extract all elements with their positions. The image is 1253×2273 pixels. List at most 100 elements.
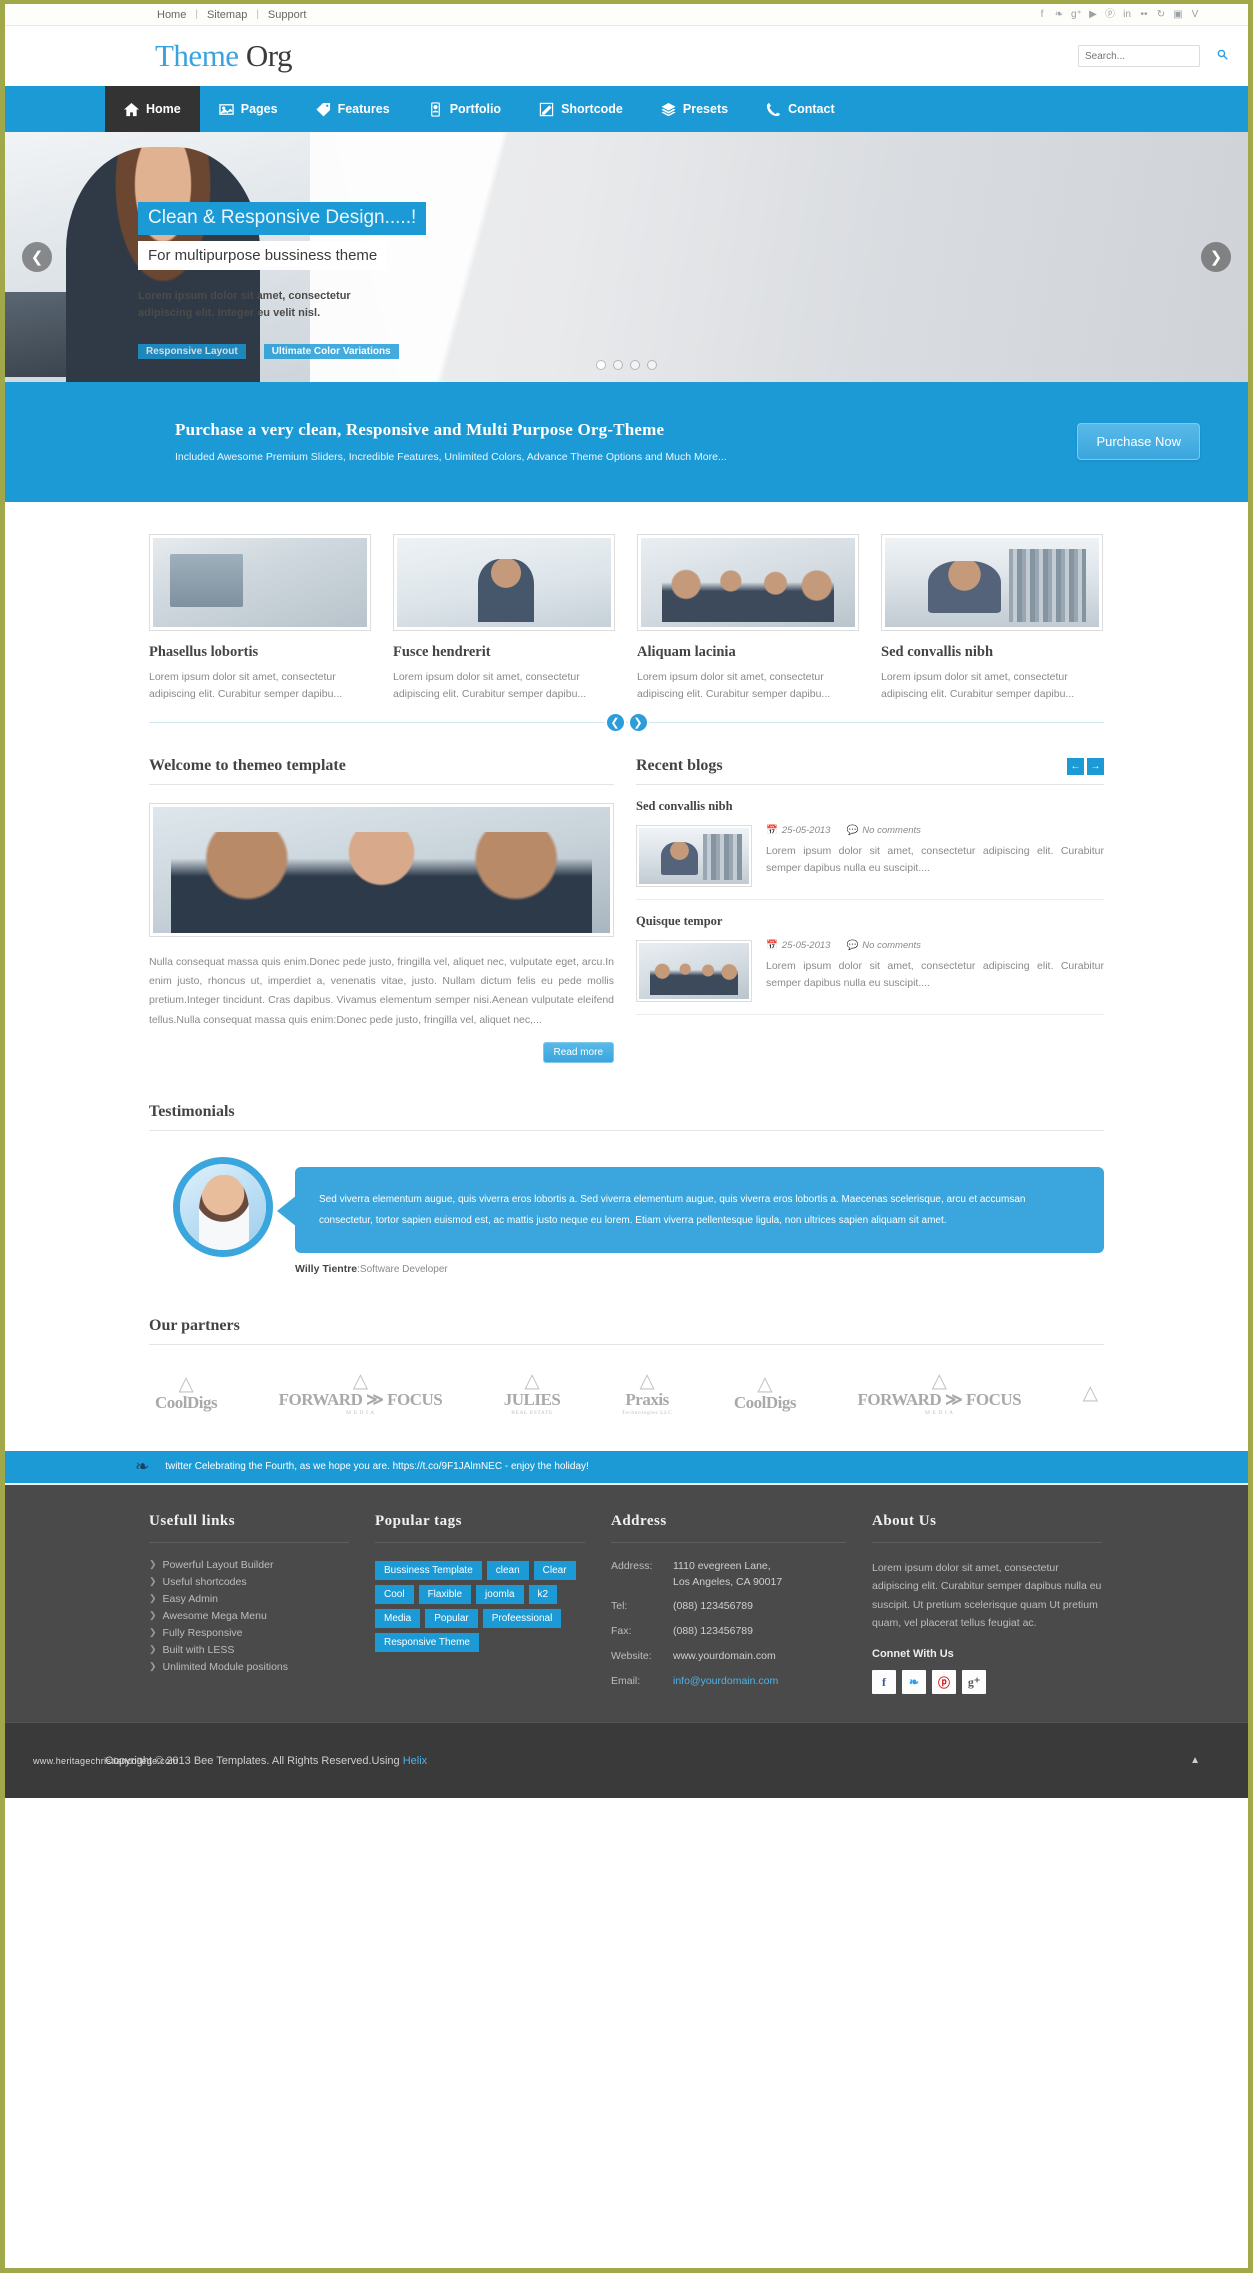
- search-icon[interactable]: [1217, 49, 1228, 63]
- pinterest-icon[interactable]: ⓟ: [1105, 9, 1115, 20]
- slider-dot-3[interactable]: [630, 360, 640, 370]
- slider-text: Lorem ipsum dolor sit amet, consectetur …: [138, 290, 351, 320]
- slider-dot-1[interactable]: [596, 360, 606, 370]
- address-value[interactable]: info@yourdomain.com: [673, 1674, 778, 1690]
- slider-next-button[interactable]: ❯: [1201, 242, 1231, 272]
- featured-card[interactable]: Phasellus lobortis Lorem ipsum dolor sit …: [149, 534, 371, 704]
- featured-card[interactable]: Aliquam lacinia Lorem ipsum dolor sit ame…: [637, 534, 859, 704]
- googleplus-icon[interactable]: g⁺: [962, 1670, 986, 1695]
- slider-title: Clean & Responsive Design.....!: [138, 202, 427, 235]
- slider-prev-button[interactable]: ❮: [22, 242, 52, 272]
- blog-list: Sed convallis nibh 📅 25-05-2013 💬 No comment…: [636, 785, 1104, 1015]
- top-link-support[interactable]: Support: [266, 9, 309, 21]
- slider-dot-4[interactable]: [647, 360, 657, 370]
- blogs-header: Recent blogs ← →: [636, 757, 1104, 785]
- tag-item[interactable]: Popular: [425, 1608, 478, 1628]
- nav-item-shortcode[interactable]: Shortcode: [520, 86, 642, 132]
- blog-meta: 📅 25-05-2013 💬 No comments: [766, 940, 1104, 951]
- facebook-icon[interactable]: f: [872, 1670, 896, 1695]
- blog-thumb-frame: [636, 939, 752, 1002]
- tag-item[interactable]: Profeessional: [482, 1608, 562, 1628]
- search-box[interactable]: [1078, 45, 1228, 67]
- featured-card-title: Phasellus lobortis: [149, 644, 259, 660]
- pinterest-icon[interactable]: ⓟ: [932, 1670, 956, 1695]
- search-input[interactable]: [1085, 50, 1217, 62]
- scroll-to-top-button[interactable]: ▲: [1190, 1755, 1200, 1766]
- partner-logo-sub: M E D I A: [924, 1410, 954, 1417]
- tag-item[interactable]: joomla: [476, 1584, 524, 1604]
- testimonials-header: Testimonials: [149, 1103, 1104, 1132]
- blogs-next-button[interactable]: →: [1087, 757, 1104, 775]
- featured-next-button[interactable]: ❯: [627, 711, 649, 733]
- chevron-right-icon: ❯: [149, 1593, 157, 1604]
- blog-excerpt: Lorem ipsum dolor sit amet, consectetur …: [766, 844, 1104, 874]
- site-logo[interactable]: Theme Org: [155, 38, 292, 74]
- googleplus-icon[interactable]: g⁺: [1071, 9, 1082, 20]
- nav-item-features[interactable]: Features: [297, 86, 409, 132]
- featured-thumb-image: [397, 538, 611, 627]
- blog-title[interactable]: Sed convallis nibh: [636, 799, 1104, 814]
- flickr-icon[interactable]: ••: [1139, 9, 1149, 20]
- testimonial-avatar: [173, 1157, 273, 1258]
- featured-prev-button[interactable]: ❮: [604, 711, 626, 733]
- vimeo-icon[interactable]: V: [1190, 9, 1200, 20]
- partner-logo-name: FORWARD ≫ FOCUS: [857, 1390, 1022, 1410]
- blog-comments: 💬 No comments: [846, 939, 921, 951]
- twitter-feed-text[interactable]: twitter Celebrating the Fourth, as we ho…: [165, 1461, 589, 1472]
- footer-link[interactable]: ❯ Fully Responsive: [149, 1625, 349, 1642]
- featured-thumb-image: [641, 538, 855, 627]
- blogs-prev-button[interactable]: ←: [1067, 757, 1084, 775]
- footer-link[interactable]: ❯ Awesome Mega Menu: [149, 1608, 349, 1625]
- testimonials-section: Testimonials Sed viverra elementum augue…: [149, 1103, 1104, 1275]
- linkedin-icon[interactable]: in: [1122, 9, 1132, 20]
- tag-item[interactable]: Bussiness Template: [375, 1560, 482, 1580]
- twitter-icon[interactable]: ❧: [1054, 9, 1064, 20]
- purchase-now-button[interactable]: Purchase Now: [1077, 422, 1200, 460]
- read-more-button[interactable]: Read more: [542, 1042, 614, 1064]
- nav-item-portfolio[interactable]: Portfolio: [409, 86, 520, 132]
- tag-item[interactable]: Flaxible: [418, 1584, 472, 1604]
- address-key: Email:: [611, 1674, 641, 1687]
- gem-logo: △: [524, 1370, 540, 1393]
- partner-logo-sub: M E D I A: [346, 1410, 375, 1417]
- useful-links-list: ❯ Powerful Layout Builder ❯ Useful shortcod…: [149, 1557, 349, 1676]
- footer-link[interactable]: ❯ Powerful Layout Builder: [149, 1557, 349, 1574]
- house-logo: △: [757, 1373, 773, 1396]
- blog-item[interactable]: Sed convallis nibh 📅 25-05-2013 💬 No comment…: [636, 785, 1104, 900]
- youtube-icon[interactable]: ▶: [1088, 9, 1098, 20]
- welcome-image: [153, 806, 610, 933]
- facebook-icon[interactable]: f: [1037, 9, 1047, 20]
- tag-item[interactable]: Cool: [375, 1584, 414, 1604]
- tag-item[interactable]: clean: [486, 1560, 529, 1580]
- address-row: Tel: (088) 123456789: [611, 1599, 846, 1615]
- featured-card[interactable]: Sed convallis nibh Lorem ipsum dolor sit …: [881, 534, 1103, 704]
- slider-dot-2[interactable]: [613, 360, 623, 370]
- about-text: Lorem ipsum dolor sit amet, consectetur …: [872, 1561, 1102, 1630]
- nav-item-home[interactable]: Home: [105, 86, 200, 132]
- rss-icon[interactable]: ↻: [1156, 9, 1166, 20]
- footer-link[interactable]: ❯ Useful shortcodes: [149, 1574, 349, 1591]
- house-logo: △: [178, 1373, 194, 1396]
- logo-first-word: Theme: [155, 38, 239, 73]
- tag-item[interactable]: Media: [375, 1608, 421, 1628]
- footer-link[interactable]: ❯ Easy Admin: [149, 1591, 349, 1608]
- blog-item[interactable]: Quisque tempor 📅 25-05-2013 💬 No comments Lor…: [636, 900, 1104, 1015]
- nav-item-contact[interactable]: Contact: [747, 86, 854, 132]
- featured-card[interactable]: Fusce hendrerit Lorem ipsum dolor sit ame…: [393, 534, 615, 704]
- nav-item-presets[interactable]: Presets: [642, 86, 747, 132]
- tag-item[interactable]: Clear: [533, 1560, 576, 1580]
- tag-item[interactable]: Responsive Theme: [375, 1632, 479, 1652]
- footer-link[interactable]: ❯ Built with LESS: [149, 1642, 349, 1659]
- footer-link[interactable]: ❯ Unlimited Module positions: [149, 1659, 349, 1676]
- blog-content: 📅 25-05-2013 💬 No comments Lorem ipsum dolor…: [766, 825, 1104, 887]
- nav-item-pages[interactable]: Pages: [200, 86, 297, 132]
- blog-title[interactable]: Quisque tempor: [636, 914, 1104, 929]
- address-key: Address:: [611, 1559, 653, 1572]
- twitter-icon[interactable]: ❧: [902, 1670, 926, 1695]
- instagram-icon[interactable]: ▣: [1173, 9, 1183, 20]
- helix-link[interactable]: Helix: [403, 1755, 427, 1767]
- tag-item[interactable]: k2: [528, 1584, 558, 1604]
- top-link-home[interactable]: Home: [155, 9, 188, 21]
- partner-logo-name: CoolDigs: [733, 1393, 797, 1413]
- top-link-sitemap[interactable]: Sitemap: [205, 9, 249, 21]
